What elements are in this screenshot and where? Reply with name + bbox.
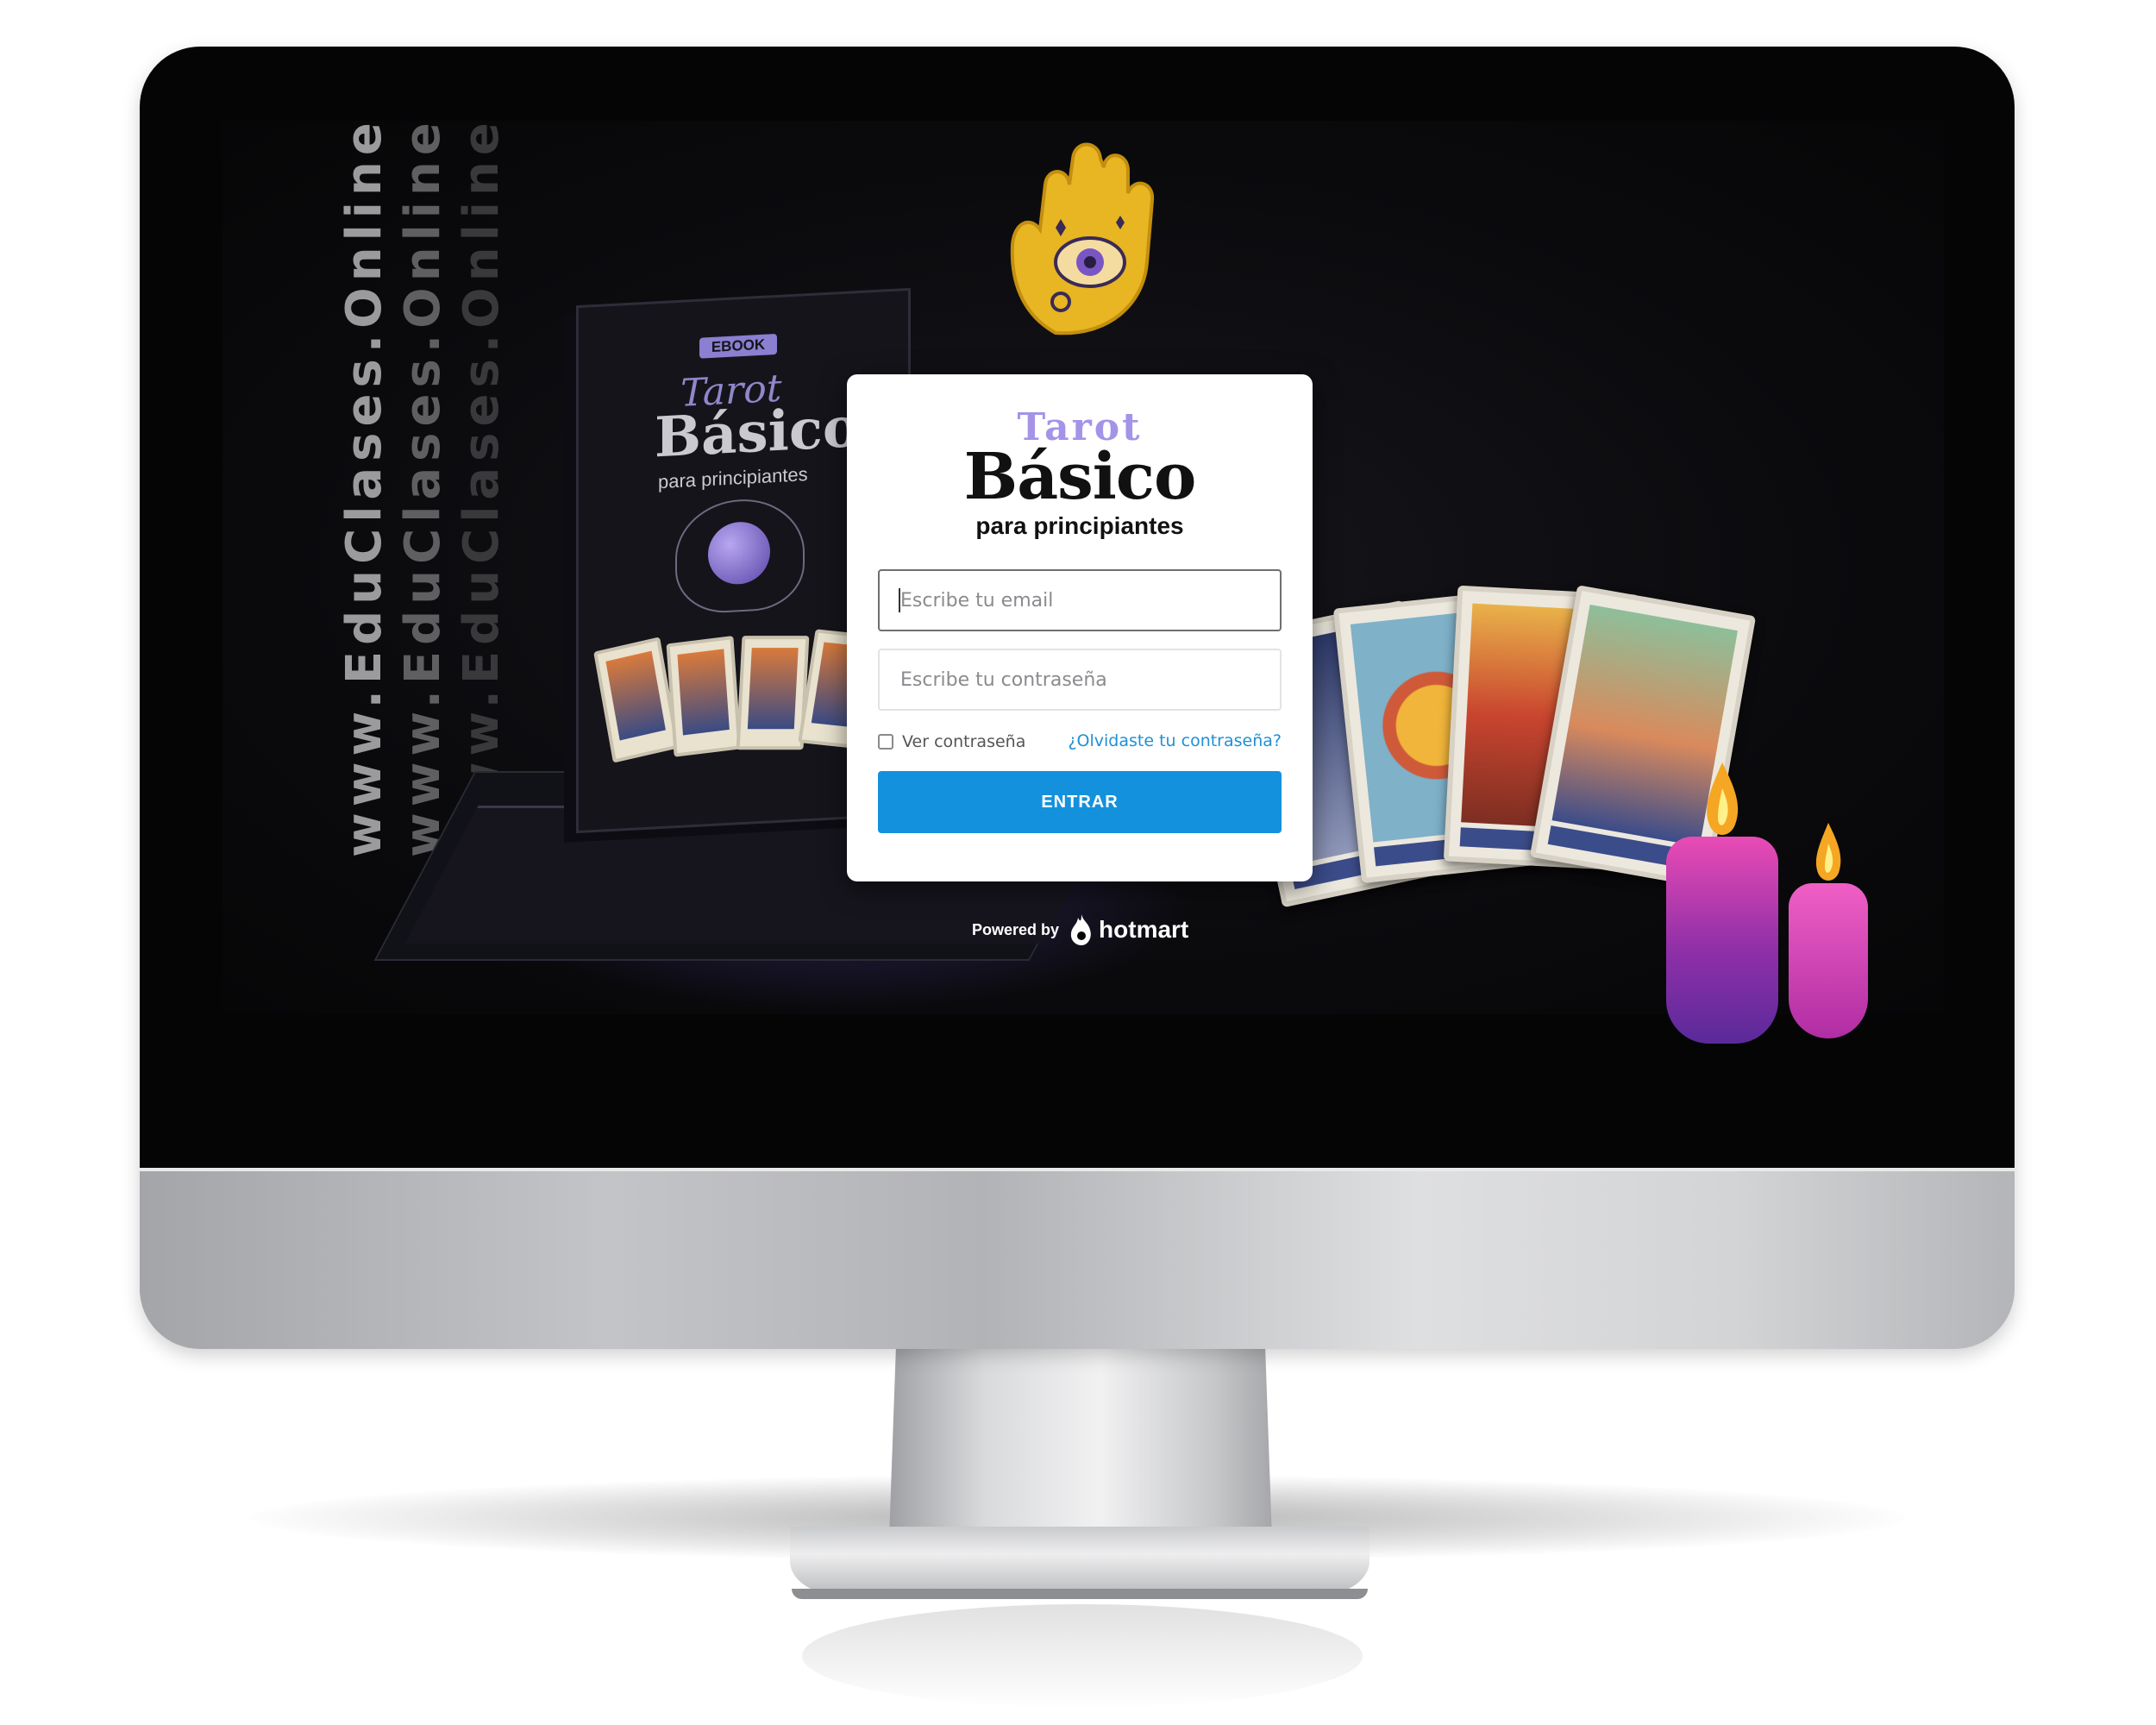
candle-illustration	[1666, 837, 1778, 1044]
tarot-card-illustration	[666, 636, 742, 757]
powered-by-label: Powered by	[972, 920, 1060, 938]
candle-illustration	[1789, 883, 1868, 1038]
powered-by-hotmart[interactable]: Powered by hotmart	[972, 911, 1188, 949]
monitor-stand-lip	[792, 1589, 1368, 1599]
hotmart-brand-name: hotmart	[1099, 916, 1189, 943]
monitor: www.EduClases.Online www.EduClases.Onlin…	[140, 47, 2015, 1349]
ebook-badge: EBOOK	[699, 333, 777, 359]
monitor-chin	[140, 1171, 2015, 1349]
login-submit-button[interactable]: ENTRAR	[878, 771, 1282, 833]
monitor-screen: www.EduClases.Online www.EduClases.Onlin…	[140, 47, 2015, 1168]
ebook-title-main: Básico	[655, 394, 860, 471]
candle-flame-icon	[1707, 762, 1739, 835]
password-field[interactable]	[878, 649, 1282, 711]
tarot-card-illustration	[736, 636, 810, 750]
watermark-text: www.EduClases.Online	[336, 116, 392, 857]
desktop-mockup: www.EduClases.Online www.EduClases.Onlin…	[0, 0, 2156, 1725]
logo-title-sub: para principiantes	[975, 512, 1184, 539]
watermark-text: www.EduClases.Online	[454, 116, 510, 857]
hamsa-hand-icon	[1010, 142, 1155, 336]
logo-title-main: Básico	[963, 440, 1197, 514]
text-caret	[899, 588, 900, 612]
monitor-stand-foot	[790, 1527, 1369, 1596]
email-field[interactable]	[878, 569, 1282, 631]
candle-flame-icon	[1815, 823, 1841, 881]
show-password-toggle[interactable]: Ver contraseña	[878, 730, 1025, 754]
hotmart-flame-icon	[1070, 914, 1091, 945]
login-card: Tarot Básico para principiantes Ver cont…	[847, 374, 1313, 881]
watermark-text: www.EduClases.Online	[395, 116, 451, 857]
show-password-checkbox[interactable]	[878, 734, 893, 750]
stand-reflection	[802, 1604, 1363, 1708]
show-password-label: Ver contraseña	[902, 732, 1026, 751]
forgot-password-link[interactable]: ¿Olvidaste tu contraseña?	[1068, 731, 1282, 750]
